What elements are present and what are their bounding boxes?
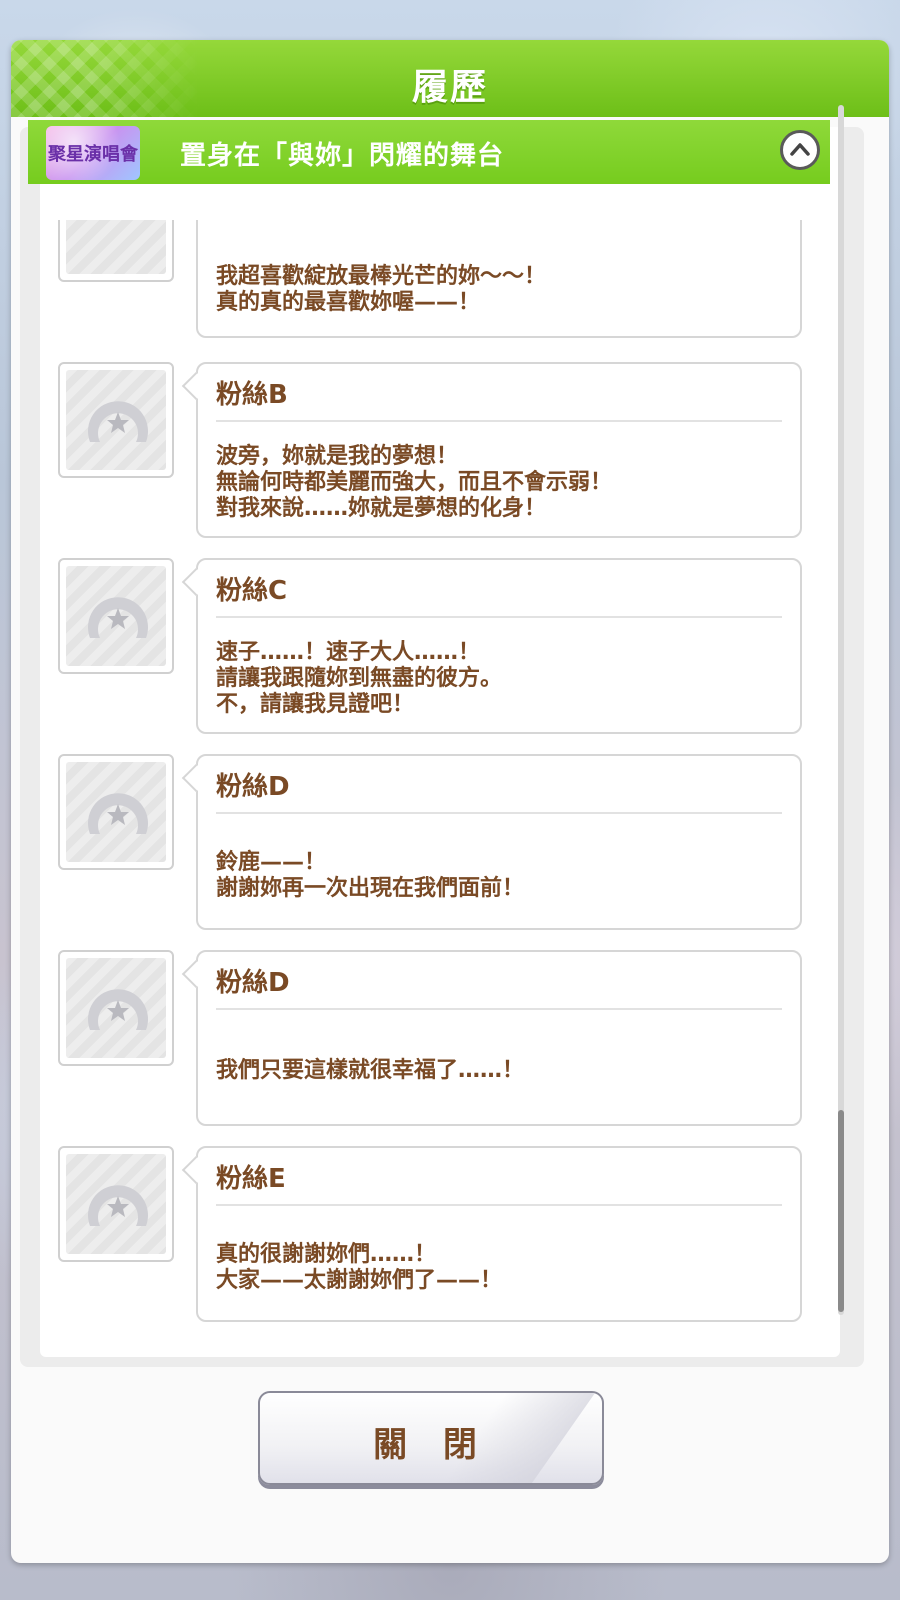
avatar [58,754,174,870]
message-line: 波旁，妳就是我的夢想！ [216,444,459,469]
message-bubble: 粉絲E 真的很謝謝妳們……！ 大家——太謝謝妳們了——！ [181,1146,802,1322]
avatar [58,558,174,674]
message-line: 大家——太謝謝妳們了——！ [216,1268,503,1293]
message-line: 無論何時都美麗而強大，而且不會示弱！ [216,470,613,495]
list-item: 我超喜歡綻放最棒光芒的妳～～！ 真的真的最喜歡妳喔——！ [58,220,818,350]
list-item: 粉絲D 我們只要這樣就很幸福了……！ [58,950,818,1126]
avatar [58,1146,174,1262]
message-line: 鈴鹿——！ [216,850,327,875]
dialog-title: 履歷 [411,67,488,108]
close-button[interactable]: 關 閉 [258,1391,604,1485]
list-item: 粉絲C 速子……！速子大人……！ 請讓我跟隨妳到無盡的彼方。 不，請讓我見證吧！ [58,558,818,734]
section-title: 置身在「與妳」閃耀的舞台 [180,141,505,171]
horseshoe-placeholder-icon [88,793,148,834]
horseshoe-placeholder-icon [88,1185,148,1226]
list-item: 粉絲B 波旁，妳就是我的夢想！ 無論何時都美麗而強大，而且不會示弱！ 對我來說…… [58,362,818,538]
horseshoe-placeholder-icon [88,989,148,1030]
message-line: 真的很謝謝妳們……！ [216,1242,437,1267]
event-logo: 聚星演唱會 [46,126,140,180]
message-bubble: 粉絲B 波旁，妳就是我的夢想！ 無論何時都美麗而強大，而且不會示弱！ 對我來說…… [181,362,802,538]
chevron-up-icon [790,143,810,156]
dialog-header: 履歷 [11,40,889,117]
message-line: 我們只要這樣就很幸福了……！ [216,1058,525,1083]
message-line: 對我來說……妳就是夢想的化身！ [216,496,547,521]
message-line: 速子……！速子大人……！ [216,640,481,665]
horseshoe-placeholder-icon [88,597,148,638]
collapse-button[interactable] [780,130,820,170]
message-line: 謝謝妳再一次出現在我們面前！ [216,876,525,901]
scrollbar-thumb[interactable] [838,1110,844,1312]
message-bubble: 我超喜歡綻放最棒光芒的妳～～！ 真的真的最喜歡妳喔——！ [196,220,802,338]
message-bubble: 粉絲D 鈴鹿——！ 謝謝妳再一次出現在我們面前！ [181,754,802,930]
avatar [58,950,174,1066]
avatar [58,220,174,282]
close-button-label: 關 閉 [373,1425,489,1465]
message-line: 我超喜歡綻放最棒光芒的妳～～！ [216,264,547,289]
speaker-name: 粉絲D [216,772,290,802]
list-item: 粉絲D 鈴鹿——！ 謝謝妳再一次出現在我們面前！ [58,754,818,930]
speaker-name: 粉絲E [216,1164,286,1194]
message-line: 真的真的最喜歡妳喔——！ [216,290,481,315]
list-item: 粉絲E 真的很謝謝妳們……！ 大家——太謝謝妳們了——！ [58,1146,818,1322]
message-line: 不，請讓我見證吧！ [216,692,415,717]
avatar [58,362,174,478]
event-logo-text: 聚星演唱會 [48,144,138,165]
message-line: 請讓我跟隨妳到無盡的彼方。 [216,666,503,691]
message-bubble: 粉絲D 我們只要這樣就很幸福了……！ [181,950,802,1126]
message-bubble: 粉絲C 速子……！速子大人……！ 請讓我跟隨妳到無盡的彼方。 不，請讓我見證吧！ [181,558,802,734]
speaker-name: 粉絲B [216,380,288,410]
speaker-name: 粉絲D [216,968,290,998]
section-header[interactable]: 聚星演唱會 置身在「與妳」閃耀的舞台 [28,120,830,184]
speaker-name: 粉絲C [216,576,288,606]
horseshoe-placeholder-icon [88,401,148,442]
